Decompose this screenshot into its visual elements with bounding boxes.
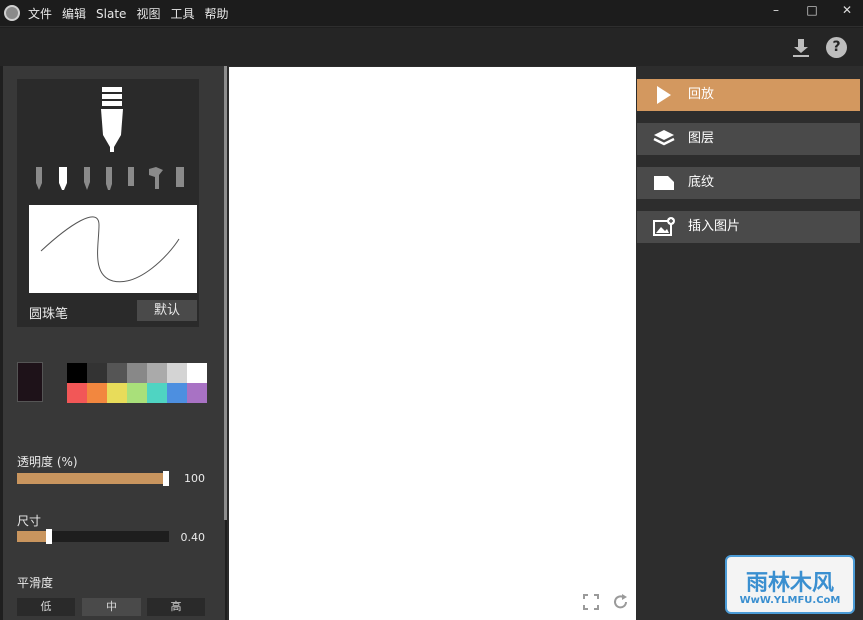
layers-label: 图层 xyxy=(688,131,715,146)
top-toolbar: ? xyxy=(0,28,863,66)
color-swatch[interactable] xyxy=(187,383,207,403)
layers-button[interactable]: 图层 xyxy=(637,123,860,155)
insert-image-icon xyxy=(653,217,675,236)
brush-name: 圆珠笔 xyxy=(29,307,69,322)
smoothing-low-button[interactable]: 低 xyxy=(17,598,75,616)
default-button[interactable]: 默认 xyxy=(137,300,197,321)
minimize-button[interactable]: – xyxy=(758,0,794,22)
page-icon xyxy=(654,176,674,190)
watermark-title: 雨林木风 xyxy=(745,570,834,596)
watermark-logo: 雨林木风 WwW.YLMFU.CoM xyxy=(725,555,855,614)
menu-tools[interactable]: 工具 xyxy=(170,5,194,22)
size-slider-fill xyxy=(17,531,46,542)
color-swatch[interactable] xyxy=(107,383,127,403)
maximize-button[interactable]: □ xyxy=(794,0,830,22)
layers-icon xyxy=(653,130,675,146)
help-icon[interactable]: ? xyxy=(826,37,847,58)
ballpoint-pen-icon[interactable] xyxy=(59,167,67,191)
texture-button[interactable]: 底纹 xyxy=(637,167,860,199)
app-icon xyxy=(4,5,20,21)
color-swatch[interactable] xyxy=(87,383,107,403)
fullscreen-icon[interactable] xyxy=(583,594,599,610)
opacity-label: 透明度 (%) xyxy=(17,455,78,469)
marker-icon[interactable] xyxy=(105,167,113,191)
color-swatch[interactable] xyxy=(87,363,107,383)
insert-image-label: 插入图片 xyxy=(688,219,741,234)
size-slider[interactable] xyxy=(17,529,169,544)
playback-label: 回放 xyxy=(688,87,715,102)
selected-pen-icon xyxy=(101,87,123,152)
size-value: 0.40 xyxy=(180,531,206,544)
smoothing-medium-button[interactable]: 中 xyxy=(82,598,141,616)
brush-selector: 圆珠笔 默认 xyxy=(17,79,199,327)
color-swatch[interactable] xyxy=(67,383,87,403)
size-label: 尺寸 xyxy=(17,514,42,528)
color-palette xyxy=(67,363,207,403)
color-swatch[interactable] xyxy=(127,363,147,383)
stroke-preview xyxy=(29,205,197,293)
color-swatch[interactable] xyxy=(187,363,207,383)
menu-file[interactable]: 文件 xyxy=(28,5,52,22)
insert-image-button[interactable]: 插入图片 xyxy=(637,211,860,243)
opacity-slider[interactable] xyxy=(17,471,169,486)
right-panel: 回放 图层 底纹 插入图片 xyxy=(637,66,863,620)
color-swatch[interactable] xyxy=(147,383,167,403)
left-panel: 圆珠笔 默认 透明度 (%) 100 尺寸 0.40 平滑度 低 中 高 xyxy=(3,66,225,620)
menu-bar: 文件 编辑 Slate 视图 工具 帮助 xyxy=(28,0,238,27)
menu-slate[interactable]: Slate xyxy=(96,7,126,21)
color-swatch[interactable] xyxy=(167,383,187,403)
opacity-value: 100 xyxy=(184,472,205,485)
color-swatch[interactable] xyxy=(147,363,167,383)
highlighter-icon[interactable] xyxy=(127,167,135,191)
play-icon xyxy=(657,86,671,104)
watermark-url: WwW.YLMFU.CoM xyxy=(739,595,841,606)
playback-button[interactable]: 回放 xyxy=(637,79,860,111)
texture-label: 底纹 xyxy=(688,175,715,190)
size-slider-thumb[interactable] xyxy=(46,529,52,544)
menu-view[interactable]: 视图 xyxy=(136,5,160,22)
pen-list xyxy=(31,167,191,193)
color-swatch[interactable] xyxy=(127,383,147,403)
close-button[interactable]: ✕ xyxy=(829,0,863,22)
download-icon[interactable] xyxy=(791,38,811,58)
color-swatch[interactable] xyxy=(167,363,187,383)
drawing-canvas[interactable] xyxy=(229,67,636,620)
title-bar: 文件 编辑 Slate 视图 工具 帮助 – □ ✕ xyxy=(0,0,863,27)
smoothing-label: 平滑度 xyxy=(17,576,54,590)
rotate-icon[interactable] xyxy=(613,594,629,610)
color-swatch[interactable] xyxy=(107,363,127,383)
menu-help[interactable]: 帮助 xyxy=(204,5,228,22)
opacity-slider-fill xyxy=(17,473,163,484)
fountain-pen-icon[interactable] xyxy=(83,167,91,191)
airbrush-icon[interactable] xyxy=(147,167,165,191)
smoothing-high-button[interactable]: 高 xyxy=(147,598,205,616)
pencil-icon[interactable] xyxy=(35,167,43,191)
menu-edit[interactable]: 编辑 xyxy=(62,5,86,22)
color-swatch[interactable] xyxy=(67,363,87,383)
current-color-swatch[interactable] xyxy=(17,362,43,402)
eraser-icon[interactable] xyxy=(175,167,185,191)
